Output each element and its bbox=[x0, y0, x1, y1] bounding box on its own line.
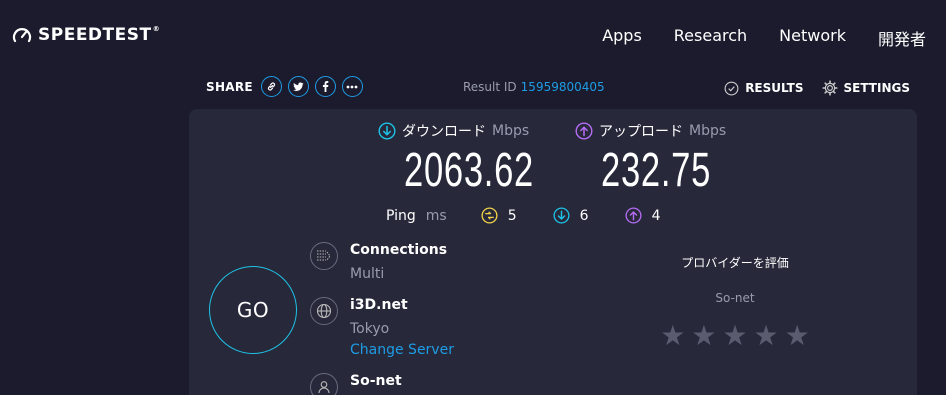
top-actions: RESULTS SETTINGS bbox=[724, 80, 910, 96]
more-icon[interactable] bbox=[341, 76, 363, 97]
ping-label: Ping bbox=[386, 207, 416, 224]
settings-button[interactable]: SETTINGS bbox=[821, 80, 911, 96]
results-label: RESULTS bbox=[745, 81, 804, 95]
result-id-link[interactable]: 15959800405 bbox=[521, 80, 605, 94]
star-rating: ★ ★ ★ ★ ★ bbox=[640, 319, 830, 352]
ping-idle-value: 5 bbox=[507, 207, 517, 224]
result-id-label: Result ID bbox=[463, 80, 517, 94]
star-icon[interactable]: ★ bbox=[660, 319, 685, 352]
star-icon[interactable]: ★ bbox=[691, 319, 716, 352]
nav-research[interactable]: Research bbox=[674, 26, 747, 50]
rate-title: プロバイダーを評価 bbox=[681, 256, 789, 270]
connections-info: Connections Multi bbox=[310, 242, 447, 282]
header: SPEEDTEST® Apps Research Network 開発者 bbox=[0, 0, 946, 72]
rate-isp: So-net bbox=[715, 291, 755, 305]
link-icon[interactable] bbox=[260, 76, 282, 97]
logo-text: SPEEDTEST® bbox=[38, 25, 161, 45]
go-button[interactable]: GO bbox=[209, 266, 297, 354]
main-nav: Apps Research Network 開発者 bbox=[602, 26, 926, 50]
nav-apps[interactable]: Apps bbox=[602, 26, 642, 50]
star-icon[interactable]: ★ bbox=[754, 319, 779, 352]
nav-developers[interactable]: 開発者 bbox=[878, 26, 926, 50]
upload-metric: アップロード Mbps 232.75 bbox=[575, 121, 754, 195]
download-value: 2063.62 bbox=[404, 144, 534, 197]
download-latency-icon bbox=[553, 207, 570, 224]
results-button[interactable]: RESULTS bbox=[724, 81, 804, 96]
share-bar: SHARE bbox=[206, 76, 363, 97]
user-icon bbox=[310, 373, 338, 395]
settings-label: SETTINGS bbox=[843, 81, 911, 95]
download-label: ダウンロード bbox=[402, 124, 486, 140]
rate-provider: プロバイダーを評価 So-net ★ ★ ★ ★ ★ bbox=[640, 254, 830, 352]
change-server-link[interactable]: Change Server bbox=[350, 342, 454, 358]
upload-latency-icon bbox=[625, 207, 642, 224]
idle-latency-icon bbox=[481, 207, 498, 224]
upload-value: 232.75 bbox=[601, 144, 712, 197]
server-name: i3D.net bbox=[350, 297, 408, 313]
speedometer-icon bbox=[12, 28, 32, 43]
speedtest-logo[interactable]: SPEEDTEST® bbox=[12, 25, 160, 45]
share-label: SHARE bbox=[206, 79, 253, 94]
connections-value: Multi bbox=[350, 266, 385, 282]
check-circle-icon bbox=[724, 81, 739, 95]
ping-row: Ping ms 5 6 4 bbox=[386, 207, 697, 224]
globe-icon bbox=[310, 297, 338, 325]
ping-download: 6 bbox=[553, 207, 589, 224]
download-metric: ダウンロード Mbps 2063.62 bbox=[378, 121, 585, 195]
upload-unit: Mbps bbox=[689, 123, 727, 139]
facebook-icon[interactable] bbox=[314, 76, 336, 97]
upload-label: アップロード bbox=[599, 124, 683, 140]
download-arrow-icon bbox=[378, 122, 396, 140]
gear-icon bbox=[821, 80, 838, 96]
ping-upload-value: 4 bbox=[651, 207, 661, 224]
nav-network[interactable]: Network bbox=[779, 26, 846, 50]
connections-title: Connections bbox=[350, 242, 448, 258]
star-icon[interactable]: ★ bbox=[722, 319, 747, 352]
ping-idle: 5 bbox=[481, 207, 517, 224]
isp-name: So-net bbox=[350, 373, 402, 389]
ping-upload: 4 bbox=[625, 207, 661, 224]
twitter-icon[interactable] bbox=[287, 76, 309, 97]
isp-info: So-net bbox=[310, 373, 402, 395]
star-icon[interactable]: ★ bbox=[785, 319, 810, 352]
connections-icon[interactable] bbox=[310, 242, 338, 270]
server-location: Tokyo bbox=[350, 321, 390, 337]
upload-arrow-icon bbox=[575, 122, 593, 140]
ping-download-value: 6 bbox=[579, 207, 589, 224]
ping-unit: ms bbox=[425, 207, 447, 224]
download-unit: Mbps bbox=[492, 123, 530, 139]
server-info: i3D.net Tokyo Change Server bbox=[310, 297, 454, 358]
result-id: Result ID 15959800405 bbox=[463, 80, 605, 94]
